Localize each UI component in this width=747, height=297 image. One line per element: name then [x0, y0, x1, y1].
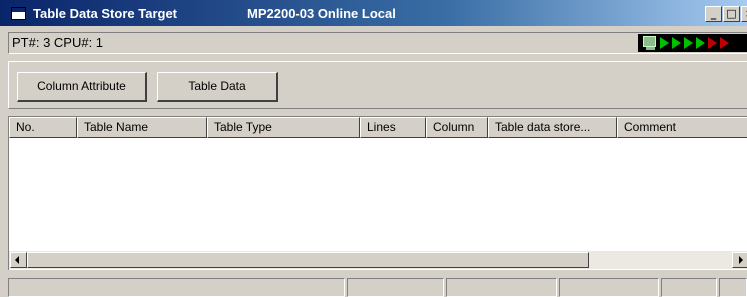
column-attribute-button[interactable]: Column Attribute — [17, 72, 147, 102]
scrollbar-thumb[interactable] — [27, 252, 589, 268]
app-window-icon — [11, 7, 26, 20]
status-panel — [347, 278, 444, 297]
window-titlebar[interactable]: Table Data Store Target MP2200-03 Online… — [0, 0, 747, 26]
scroll-left-arrow-icon[interactable] — [10, 252, 27, 268]
status-arrow-icon — [684, 37, 693, 49]
status-arrow-icon — [720, 37, 729, 49]
pt-cpu-bar: PT#: 3 CPU#: 1 — [8, 32, 747, 54]
pt-cpu-label: PT#: 3 CPU#: 1 — [12, 35, 104, 50]
online-indicator — [638, 34, 747, 52]
maximize-button[interactable]: □ — [723, 6, 740, 22]
pc-icon — [643, 36, 656, 50]
status-arrow-icon — [708, 37, 717, 49]
column-header-column[interactable]: Column — [426, 117, 488, 138]
close-button[interactable]: × — [741, 6, 747, 22]
status-panel — [559, 278, 659, 297]
status-arrow-icon — [696, 37, 705, 49]
column-header-table-name[interactable]: Table Name — [77, 117, 207, 138]
status-panel — [719, 278, 747, 297]
column-header-table-data-store[interactable]: Table data store... — [488, 117, 617, 138]
status-bar — [0, 276, 747, 297]
window-title: Table Data Store Target — [33, 6, 177, 21]
minimize-button[interactable]: _ — [705, 6, 722, 22]
table-list-view[interactable]: No. Table Name Table Type Lines Column T… — [8, 116, 747, 270]
toolbar-panel: Column Attribute Table Data — [8, 61, 747, 109]
column-header-no[interactable]: No. — [9, 117, 77, 138]
column-header-lines[interactable]: Lines — [360, 117, 426, 138]
status-panel — [446, 278, 557, 297]
horizontal-scrollbar[interactable] — [9, 251, 747, 269]
table-data-button[interactable]: Table Data — [157, 72, 278, 102]
column-header-comment[interactable]: Comment — [617, 117, 747, 138]
table-header: No. Table Name Table Type Lines Column T… — [9, 117, 747, 138]
status-panel — [8, 278, 345, 297]
status-arrow-icon — [660, 37, 669, 49]
column-header-table-type[interactable]: Table Type — [207, 117, 360, 138]
window-subtitle: MP2200-03 Online Local — [247, 6, 396, 21]
status-panel — [661, 278, 717, 297]
scroll-right-arrow-icon[interactable] — [732, 252, 747, 268]
status-arrow-icon — [672, 37, 681, 49]
